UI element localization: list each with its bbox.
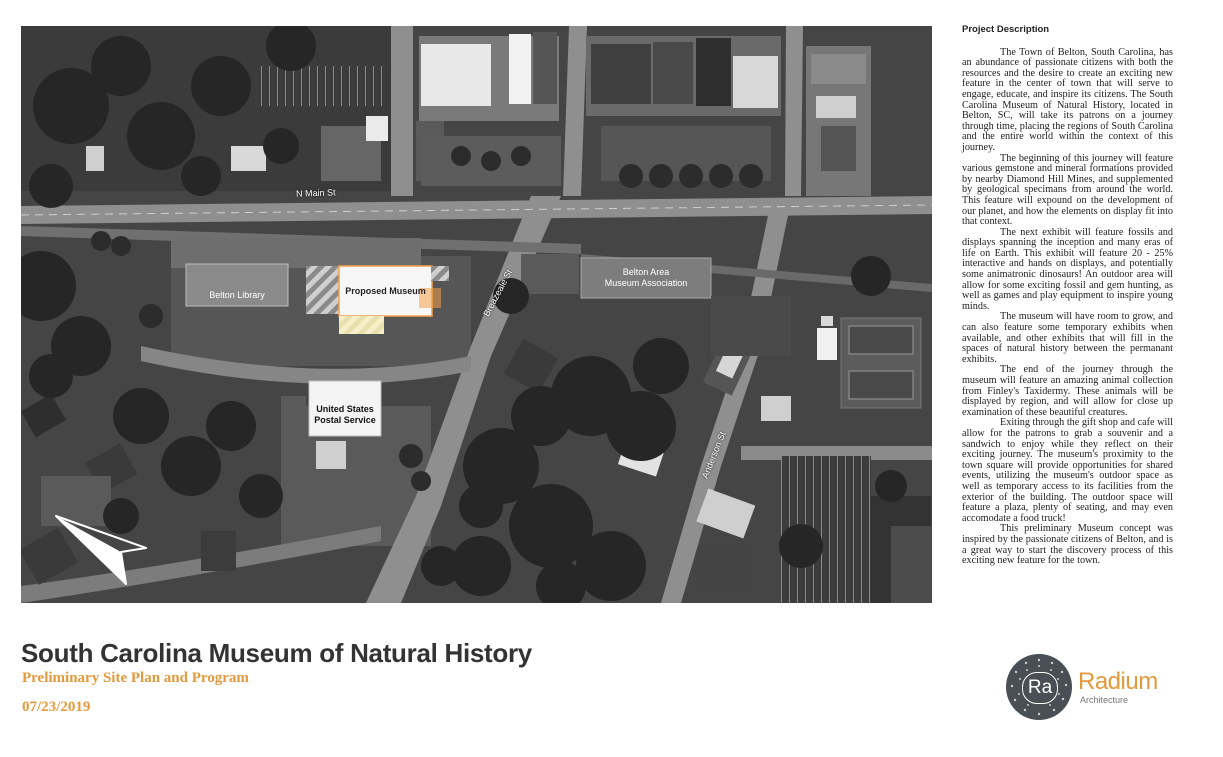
document-subtitle: Preliminary Site Plan and Program — [22, 670, 249, 686]
building-label-post-office-line2: Postal Service — [314, 415, 376, 425]
logo-tagline: Architecture — [1080, 695, 1129, 705]
aerial-site-map: N Main St Breazeale St Anderson St Belto… — [21, 26, 932, 603]
project-description: Project Description The Town of Belton, … — [962, 24, 1173, 567]
building-label-proposed-museum: Proposed Museum — [345, 286, 426, 296]
radium-logo: Ra Radium Architecture — [1006, 654, 1176, 720]
description-paragraph: The beginning of this journey will featu… — [962, 152, 1173, 228]
street-label-n-main: N Main St — [295, 187, 336, 199]
aerial-map-graphic — [21, 26, 932, 603]
building-label-post-office: United States Postal Service — [309, 404, 381, 426]
building-label-museum-association: Belton Area Museum Association — [581, 267, 711, 289]
description-paragraph: This preliminary Museum concept was insp… — [962, 523, 1173, 567]
logo-name: Radium — [1078, 668, 1158, 695]
document-title: South Carolina Museum of Natural History — [21, 638, 532, 668]
building-label-museum-association-line1: Belton Area — [622, 267, 670, 277]
project-description-title: Project Description — [962, 24, 1050, 35]
north-arrow-icon — [55, 515, 147, 585]
description-paragraph: The museum will have room to grow, and c… — [962, 311, 1173, 365]
document-date: 07/23/2019 — [22, 699, 91, 715]
description-paragraph: The Town of Belton, South Carolina, has … — [962, 46, 1173, 153]
description-paragraph: The next exhibit will feature fossils an… — [962, 226, 1173, 312]
building-label-library: Belton Library — [209, 290, 265, 300]
logo-mark-text: Ra — [1022, 672, 1058, 704]
building-label-post-office-line1: United States — [316, 404, 374, 414]
description-paragraph: The end of the journey through the museu… — [962, 364, 1173, 418]
logo-mark-circle: Ra — [1006, 654, 1072, 720]
description-paragraph: Exiting through the gift shop and cafe w… — [962, 417, 1173, 524]
building-label-museum-association-line2: Museum Association — [604, 278, 688, 288]
